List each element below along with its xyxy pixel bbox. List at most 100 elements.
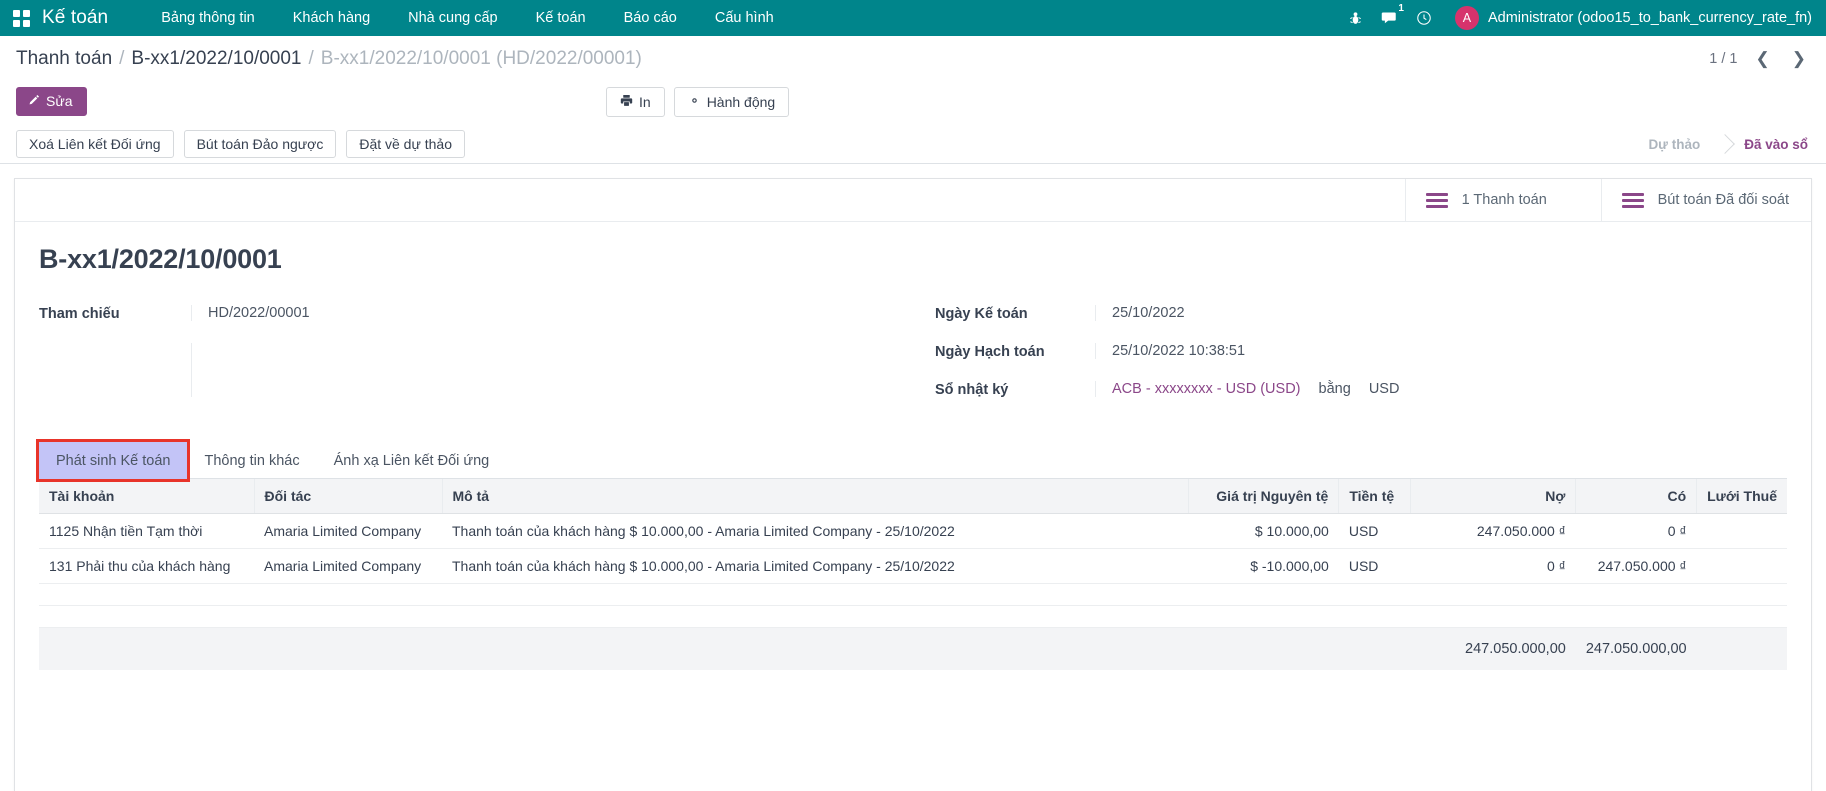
clock-icon[interactable] — [1407, 0, 1441, 36]
print-button-label: In — [639, 94, 651, 110]
cell-account[interactable]: 1125 Nhận tiền Tạm thời — [39, 514, 254, 549]
stat-button-payments-label: 1 Thanh toán — [1462, 192, 1547, 208]
app-brand-name: Kế toán — [42, 7, 142, 29]
table-footer: 247.050.000,00 247.050.000,00 — [39, 628, 1787, 671]
cell-partner[interactable]: Amaria Limited Company — [254, 514, 442, 549]
table-row-empty — [39, 606, 1787, 628]
cell-amount-currency[interactable]: $ -10.000,00 — [1189, 549, 1339, 584]
cell-currency[interactable]: USD — [1339, 514, 1411, 549]
column-header-currency[interactable]: Tiền tệ — [1339, 479, 1411, 514]
field-journal-currency-value[interactable]: USD — [1355, 381, 1400, 397]
status-bar: Dự thảo Đã vào sổ — [1622, 125, 1826, 163]
field-accounting-date-value[interactable]: 25/10/2022 — [1095, 305, 1787, 321]
field-reference: Tham chiếu HD/2022/00001 — [39, 305, 913, 327]
field-posting-datetime-value[interactable]: 25/10/2022 10:38:51 — [1095, 343, 1787, 359]
cell-tax-grid[interactable] — [1697, 549, 1787, 584]
pencil-icon — [28, 93, 40, 109]
workflow-buttons: Xoá Liên kết Đối ứng Bút toán Đảo ngược … — [16, 130, 465, 158]
table-body: 1125 Nhận tiền Tạm thời Amaria Limited C… — [39, 514, 1787, 628]
top-navbar: Kế toán Bảng thông tin Khách hàng Nhà cu… — [0, 0, 1826, 36]
messages-badge: 1 — [1398, 4, 1404, 14]
form-view-background: 1 Thanh toán Bút toán Đã đối soát B-xx1/… — [0, 164, 1826, 791]
field-reference-value[interactable]: HD/2022/00001 — [191, 305, 913, 321]
stat-button-reconciled-entries[interactable]: Bút toán Đã đối soát — [1601, 179, 1811, 221]
edit-button[interactable]: Sửa — [16, 87, 87, 116]
stat-button-payments[interactable]: 1 Thanh toán — [1405, 179, 1601, 221]
stat-button-box: 1 Thanh toán Bút toán Đã đối soát — [15, 179, 1811, 222]
chevron-right-icon[interactable]: ❯ — [1788, 50, 1810, 67]
table-totals-row: 247.050.000,00 247.050.000,00 — [39, 628, 1787, 671]
print-button[interactable]: In — [606, 87, 665, 117]
print-icon — [620, 94, 633, 110]
breadcrumb: Thanh toán / B-xx1/2022/10/0001 / B-xx1/… — [16, 48, 642, 70]
chat-bubble-icon[interactable]: 1 — [1373, 0, 1407, 36]
action-button-label: Hành động — [707, 94, 776, 110]
status-posted[interactable]: Đã vào sổ — [1718, 127, 1826, 162]
tab-reconciliation-mapping[interactable]: Ánh xạ Liên kết Đối ứng — [317, 442, 507, 479]
menu-item-reporting[interactable]: Báo cáo — [605, 2, 696, 34]
cell-partner[interactable]: Amaria Limited Company — [254, 549, 442, 584]
tab-journal-items[interactable]: Phát sinh Kế toán — [39, 442, 187, 479]
breadcrumb-item-parent[interactable]: B-xx1/2022/10/0001 — [131, 48, 301, 70]
gear-icon — [688, 94, 701, 110]
cell-debit[interactable]: 0 ₫ — [1411, 549, 1576, 584]
bug-icon[interactable] — [1339, 0, 1373, 36]
field-posting-datetime: Ngày Hạch toán 25/10/2022 10:38:51 — [935, 343, 1787, 365]
main-menu: Bảng thông tin Khách hàng Nhà cung cấp K… — [142, 2, 793, 34]
column-header-description[interactable]: Mô tả — [442, 479, 1189, 514]
status-draft[interactable]: Dự thảo — [1622, 127, 1718, 162]
bars-list-icon — [1426, 193, 1448, 208]
page-title: B-xx1/2022/10/0001 — [39, 244, 1787, 275]
cell-amount-currency[interactable]: $ 10.000,00 — [1189, 514, 1339, 549]
pager: 1 / 1 ❮ ❯ — [1709, 50, 1810, 67]
cell-description[interactable]: Thanh toán của khách hàng $ 10.000,00 - … — [442, 549, 1189, 584]
cell-credit[interactable]: 247.050.000 ₫ — [1576, 549, 1697, 584]
chevron-left-icon[interactable]: ❮ — [1752, 50, 1774, 67]
table-row[interactable]: 131 Phải thu của khách hàng Amaria Limit… — [39, 549, 1787, 584]
breadcrumb-item-current: B-xx1/2022/10/0001 (HD/2022/00001) — [321, 48, 642, 70]
breadcrumb-separator-1: / — [119, 48, 124, 70]
user-menu[interactable]: A Administrator (odoo15_to_bank_currency… — [1441, 6, 1812, 30]
column-header-partner[interactable]: Đối tác — [254, 479, 442, 514]
field-accounting-date: Ngày Kế toán 25/10/2022 — [935, 305, 1787, 327]
menu-item-accounting[interactable]: Kế toán — [517, 2, 605, 34]
column-header-tax-grid[interactable]: Lưới Thuế — [1697, 479, 1787, 514]
form-left-spacer — [191, 343, 913, 397]
column-header-credit[interactable]: Có — [1576, 479, 1697, 514]
field-journal-label: Sổ nhật ký — [935, 381, 1095, 398]
reset-to-draft-button[interactable]: Đặt về dự thảo — [346, 130, 465, 158]
table-row[interactable]: 1125 Nhận tiền Tạm thời Amaria Limited C… — [39, 514, 1787, 549]
apps-menu-button[interactable] — [0, 10, 42, 27]
cell-tax-grid[interactable] — [1697, 514, 1787, 549]
unreconcile-button[interactable]: Xoá Liên kết Đối ứng — [16, 130, 174, 158]
menu-item-vendors[interactable]: Nhà cung cấp — [389, 2, 516, 34]
cell-credit[interactable]: 0 ₫ — [1576, 514, 1697, 549]
total-debit: 247.050.000,00 — [1411, 628, 1576, 671]
column-header-debit[interactable]: Nợ — [1411, 479, 1576, 514]
table-row-empty — [39, 584, 1787, 606]
reverse-entry-button[interactable]: Bút toán Đảo ngược — [184, 130, 337, 158]
form-fields-grid: Tham chiếu HD/2022/00001 Ngày Kế toán 25… — [39, 305, 1787, 419]
field-journal: Sổ nhật ký ACB - xxxxxxxx - USD (USD) bằ… — [935, 381, 1787, 403]
cell-account[interactable]: 131 Phải thu của khách hàng — [39, 549, 254, 584]
breadcrumb-item-root[interactable]: Thanh toán — [16, 48, 112, 70]
menu-item-dashboard[interactable]: Bảng thông tin — [142, 2, 274, 34]
form-column-right: Ngày Kế toán 25/10/2022 Ngày Hạch toán 2… — [913, 305, 1787, 419]
table-header-row: Tài khoản Đối tác Mô tả Giá trị Nguyên t… — [39, 479, 1787, 514]
field-accounting-date-label: Ngày Kế toán — [935, 305, 1095, 322]
menu-item-configuration[interactable]: Cấu hình — [696, 2, 793, 34]
record-action-buttons: In Hành động — [606, 87, 789, 117]
cell-description[interactable]: Thanh toán của khách hàng $ 10.000,00 - … — [442, 514, 1189, 549]
column-header-amount-currency[interactable]: Giá trị Nguyên tệ — [1189, 479, 1339, 514]
field-journal-value[interactable]: ACB - xxxxxxxx - USD (USD) — [1112, 381, 1301, 397]
cell-currency[interactable]: USD — [1339, 549, 1411, 584]
action-button[interactable]: Hành động — [674, 87, 790, 117]
cell-debit[interactable]: 247.050.000 ₫ — [1411, 514, 1576, 549]
form-column-left: Tham chiếu HD/2022/00001 — [39, 305, 913, 419]
edit-button-label: Sửa — [46, 93, 73, 109]
tab-other-info[interactable]: Thông tin khác — [187, 442, 316, 479]
menu-item-customers[interactable]: Khách hàng — [274, 2, 389, 34]
avatar: A — [1455, 6, 1479, 30]
notebook-tabs: Phát sinh Kế toán Thông tin khác Ánh xạ … — [39, 441, 1787, 479]
column-header-account[interactable]: Tài khoản — [39, 479, 254, 514]
